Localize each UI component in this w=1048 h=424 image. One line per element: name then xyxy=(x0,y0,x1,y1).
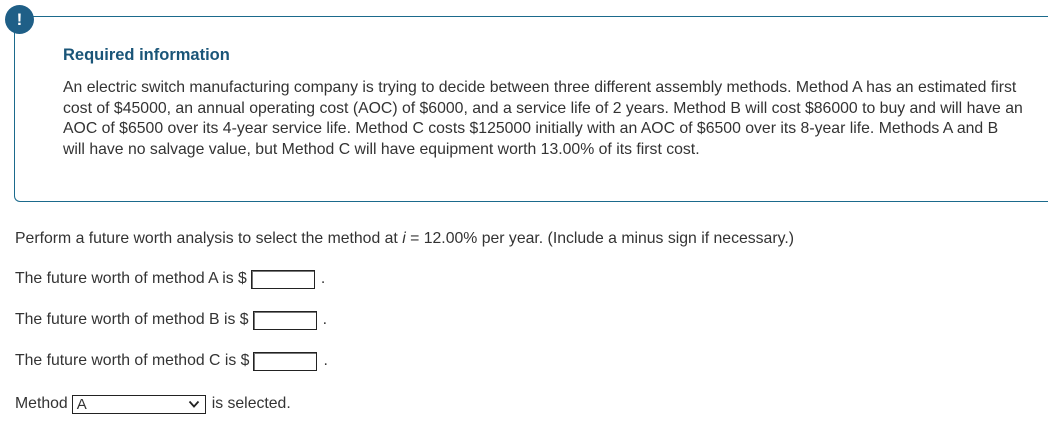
alert-icon: ! xyxy=(5,5,34,34)
answer-period-b: . xyxy=(322,311,327,328)
method-selection-row: Method A is selected. xyxy=(15,394,291,414)
method-select-suffix: is selected. xyxy=(211,395,291,412)
future-worth-a-input[interactable] xyxy=(250,269,315,289)
answer-row-method-b: The future worth of method B is $ . xyxy=(15,309,327,331)
info-title: Required information xyxy=(63,46,230,64)
answer-period-c: . xyxy=(323,352,328,369)
method-dropdown[interactable]: A xyxy=(71,394,206,414)
answer-label-b: The future worth of method B is $ xyxy=(15,311,249,328)
question-text: Perform a future worth analysis to selec… xyxy=(15,230,794,248)
question-prefix: Perform a future worth analysis to selec… xyxy=(15,230,403,247)
future-worth-c-input[interactable] xyxy=(253,351,318,371)
answer-row-method-c: The future worth of method C is $ . xyxy=(15,350,328,372)
answer-label-a: The future worth of method A is $ xyxy=(15,270,247,287)
method-select-prefix: Method xyxy=(15,395,68,412)
chevron-down-icon xyxy=(188,400,199,408)
answer-period-a: . xyxy=(320,270,326,287)
future-worth-b-input[interactable] xyxy=(252,310,317,330)
method-dropdown-value: A xyxy=(76,395,87,413)
answer-label-c: The future worth of method C is $ xyxy=(15,352,250,369)
answer-row-method-a: The future worth of method A is $ . xyxy=(15,268,325,290)
info-body-text: An electric switch manufacturing company… xyxy=(63,79,1023,158)
question-suffix: = 12.00% per year. (Include a minus sign… xyxy=(405,230,794,247)
